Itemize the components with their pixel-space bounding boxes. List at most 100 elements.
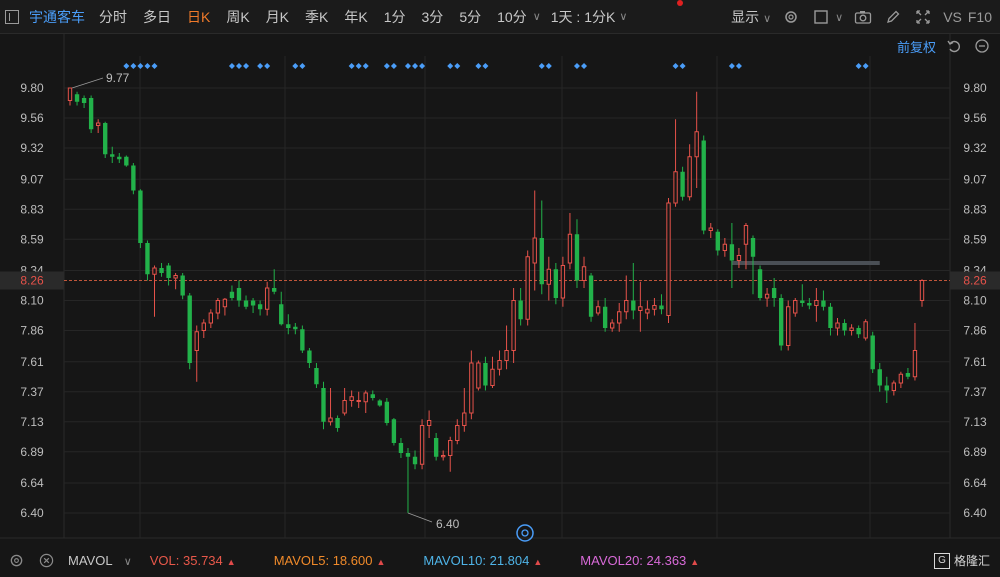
undo-icon[interactable] (944, 36, 964, 56)
candle-body-down (412, 456, 418, 465)
y-tick-label-right: 9.80 (963, 81, 987, 95)
candle-body-down (81, 98, 87, 103)
candle-body-up (560, 265, 566, 299)
y-tick-label-left: 9.07 (20, 172, 44, 186)
candle-body-up (708, 227, 713, 231)
y-tick-label-left: 7.37 (20, 385, 44, 399)
candle-body-up (863, 321, 868, 339)
event-marker-icon (538, 63, 545, 69)
candle-body-down (293, 326, 298, 330)
candle-body-down (821, 300, 826, 307)
y-tick-label-left: 6.40 (20, 506, 44, 520)
event-marker-icon (735, 63, 742, 69)
candle-body-down (279, 304, 284, 325)
candle-body-down (433, 438, 439, 457)
candle-body-down (539, 238, 544, 285)
low-annotation-line (407, 512, 433, 523)
candle-body-up (152, 267, 157, 275)
indicator-close-icon[interactable] (38, 552, 54, 568)
logo: G 格隆汇 (933, 552, 990, 569)
event-marker-icon (404, 63, 411, 69)
candle-body-up (504, 350, 509, 361)
candle-body-up (814, 300, 819, 306)
vol-label: VOL: 35.734 (149, 552, 223, 568)
candle-body-up (328, 417, 333, 423)
y-tick-label-right: 6.89 (963, 445, 987, 459)
kline-chart[interactable]: 9.80 9.80 9.56 9.56 9.32 9.32 9.07 9.07 8.83 8.83… (0, 0, 1000, 543)
event-marker-icon (383, 63, 390, 69)
candle-body-down (307, 350, 312, 363)
indicator-gear-icon[interactable] (8, 552, 24, 568)
y-tick-label-left: 8.83 (20, 202, 44, 216)
sub-toolbar: 前复权 (880, 36, 1000, 56)
y-tick-label-right: 6.40 (963, 506, 987, 520)
candle-body-down (159, 268, 164, 273)
event-marker-icon (679, 63, 686, 69)
candle-body-down (74, 94, 80, 102)
candle-body-up (356, 400, 361, 402)
candle-body-up (342, 400, 347, 414)
event-marker-icon (581, 63, 588, 69)
event-marker-icon (475, 63, 482, 69)
event-marker-icon (482, 63, 489, 69)
event-marker-icon (264, 63, 271, 69)
candle-body-down (229, 291, 235, 298)
event-marker-icon (228, 63, 235, 69)
up-arrow-icon: ▲ (690, 556, 700, 567)
mavol10-value: MAVOL10: 21.804 ▲ (423, 553, 542, 568)
event-marker-icon (672, 63, 679, 69)
candle-body-down (828, 306, 833, 328)
y-tick-label-right: 8.59 (963, 232, 987, 246)
candle-body-up (673, 171, 678, 204)
y-tick-label-right: 9.07 (963, 172, 987, 186)
candle-body-down (518, 300, 523, 320)
event-marker-icon (728, 63, 735, 69)
current-price-label-left: 8.26 (20, 274, 44, 288)
candle-body-up (441, 455, 446, 458)
y-tick-label-right: 7.61 (963, 355, 987, 369)
candle-body-down (138, 190, 143, 243)
candle-body-up (95, 122, 101, 126)
adjust-button[interactable]: 前复权 (897, 37, 936, 56)
indicator-select[interactable]: MAVOL ∨ (68, 553, 132, 568)
candle-body-up (448, 440, 453, 456)
high-annotation-line (71, 77, 104, 89)
candle-body-up (722, 243, 728, 251)
candle-body-down (588, 275, 594, 317)
minus-circle-icon[interactable] (972, 36, 992, 56)
candle-body-down (771, 288, 777, 298)
event-marker-icon (454, 63, 461, 69)
y-tick-label-left: 7.61 (20, 355, 44, 369)
candle-body-up (511, 300, 516, 351)
candle-body-up (736, 255, 742, 261)
event-marker-icon (412, 63, 419, 69)
candle-body-up (687, 156, 692, 198)
candle-body-down (884, 385, 889, 391)
candle-body-down (631, 300, 636, 311)
candle-body-up (222, 298, 228, 308)
candle-body-down (124, 156, 129, 166)
candle-body-down (145, 243, 150, 275)
low-price-label: 6.40 (436, 517, 460, 531)
event-marker-icon (235, 63, 242, 69)
candle-body-up (208, 312, 214, 324)
candle-body-down (750, 238, 756, 257)
candle-body-up (793, 300, 798, 314)
candle-body-down (236, 288, 242, 301)
y-tick-label-left: 7.13 (20, 415, 44, 429)
candle-body-up (264, 287, 270, 310)
event-marker-icon (573, 63, 580, 69)
candle-body-down (314, 368, 319, 385)
candle-body-down (680, 171, 685, 197)
mavol5-value: MAVOL5: 18.600 ▲ (274, 553, 386, 568)
candle-body-down (659, 305, 664, 310)
candle-body-down (729, 244, 735, 261)
candle-body-up (624, 300, 629, 313)
candle-body-up (581, 266, 587, 281)
candle-body-down (553, 269, 559, 298)
indicator-bar: MAVOL ∨ VOL: 35.734 ▲ MAVOL5: 18.600 ▲ MAV… (0, 543, 1000, 577)
event-marker-icon (348, 63, 355, 69)
candle-body-down (757, 269, 763, 298)
y-tick-label-right: 7.13 (963, 415, 987, 429)
candle-body-down (870, 335, 875, 370)
